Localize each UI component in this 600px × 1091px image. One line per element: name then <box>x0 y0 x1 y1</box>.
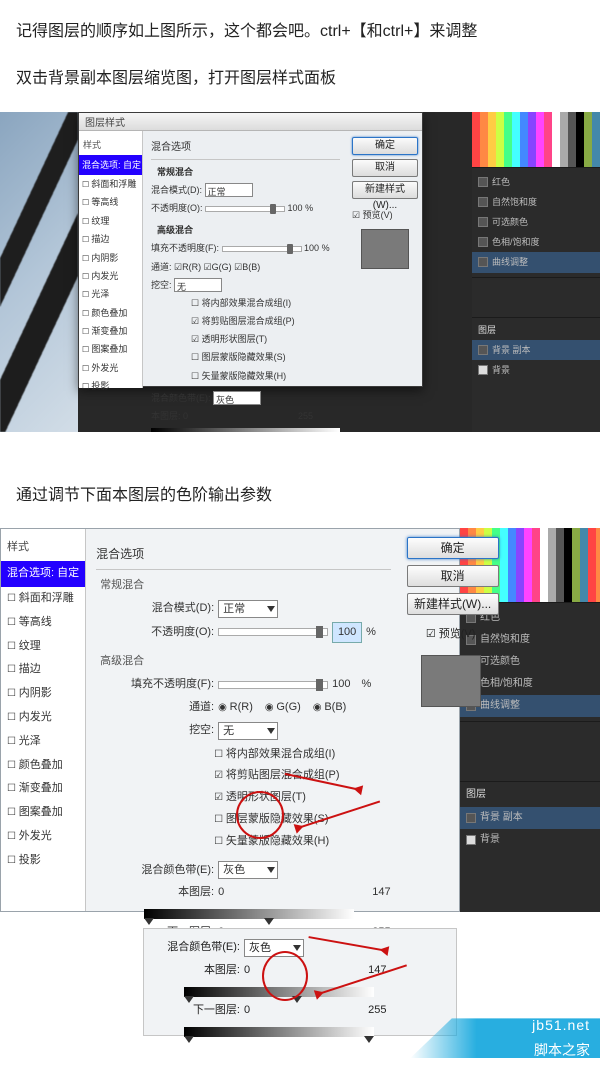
ok-button[interactable]: 确定 <box>407 537 499 559</box>
new-style-button[interactable]: 新建样式(W)... <box>407 593 499 615</box>
section-blend: 混合选项 <box>151 137 340 160</box>
preview-swatch <box>361 229 409 269</box>
layer-style-dialog: 样式 混合选项: 自定 斜面和浮雕 等高线 纹理 描边 内阴影 内发光 光泽 颜… <box>0 528 460 912</box>
style-item[interactable]: 描边 <box>79 230 142 248</box>
style-item[interactable]: 颜色叠加 <box>79 304 142 322</box>
style-item[interactable]: 光泽 <box>79 285 142 303</box>
watermark-name: 脚本之家 <box>534 1038 590 1063</box>
screenshot-3: 混合颜色带(E):灰色 本图层:0147 下一图层:0255 <box>143 928 457 1036</box>
style-item[interactable]: 斜面和浮雕 <box>1 587 85 611</box>
section-blend: 混合选项 <box>96 541 390 570</box>
layer-row[interactable]: 色相/饱和度 <box>478 232 594 252</box>
panel-gap <box>472 277 600 317</box>
style-item[interactable]: 渐变叠加 <box>1 777 85 801</box>
layers-tab[interactable]: 图层 <box>478 322 594 340</box>
layer-row[interactable]: 可选颜色 <box>478 212 594 232</box>
style-item[interactable]: 斜面和浮雕 <box>79 175 142 193</box>
channel-b[interactable]: B(B) <box>313 698 347 718</box>
opacity-slider[interactable] <box>218 628 328 636</box>
channel-g[interactable]: G(G) <box>265 698 301 718</box>
preview-check[interactable]: ☑ 预览(V) <box>407 621 495 645</box>
style-item[interactable]: 内阴影 <box>79 249 142 267</box>
cancel-button[interactable]: 取消 <box>352 159 418 177</box>
style-item[interactable]: 投影 <box>1 849 85 873</box>
style-item[interactable]: 内阴影 <box>1 682 85 706</box>
swatches-panel[interactable] <box>472 112 600 167</box>
screenshot-1: 图层样式 样式 混合选项: 自定 斜面和浮雕 等高线 纹理 描边 内阴影 内发光… <box>0 112 600 432</box>
knockout-dropdown[interactable]: 无 <box>174 278 222 292</box>
layer-row-selected[interactable]: 曲线调整 <box>472 252 600 272</box>
layer-row[interactable]: 自然饱和度 <box>478 192 594 212</box>
channel-r[interactable]: R(R) <box>218 698 253 718</box>
style-item[interactable]: 渐变叠加 <box>79 322 142 340</box>
adv-opt[interactable]: 将内部效果混合成组(I) <box>96 744 390 766</box>
dialog-right: 确定 取消 新建样式(W)... ☑ 预览(V) <box>348 131 422 388</box>
style-item[interactable]: 等高线 <box>1 611 85 635</box>
adv-opt[interactable]: 矢量蒙版隐藏效果(H) <box>96 831 390 853</box>
style-item[interactable]: 内发光 <box>1 706 85 730</box>
style-item[interactable]: 纹理 <box>1 635 85 659</box>
style-item[interactable]: 外发光 <box>79 359 142 377</box>
section-general: 常规混合 <box>157 167 193 177</box>
style-blend-options[interactable]: 混合选项: 自定 <box>79 155 142 175</box>
adv-opt[interactable]: 将剪贴图层混合成组(P) <box>96 765 390 787</box>
cancel-button[interactable]: 取消 <box>407 565 499 587</box>
style-item[interactable]: 外发光 <box>1 825 85 849</box>
dialog-right: 确定 取消 新建样式(W)... ☑ 预览(V) <box>401 529 501 911</box>
layers-panel: 图层 背景 副本 背景 <box>472 317 600 385</box>
layer-row-selected[interactable]: 背景 副本 <box>472 340 600 360</box>
dialog-center: 混合选项 常规混合 混合模式(D): 正常 不透明度(O): 100 % 高级混… <box>143 131 348 388</box>
preview-swatch <box>421 655 481 707</box>
styles-header: 样式 <box>1 535 85 561</box>
style-item[interactable]: 投影 <box>79 377 142 395</box>
layer-row[interactable]: 红色 <box>478 172 594 192</box>
style-item[interactable]: 内发光 <box>79 267 142 285</box>
blend-mode-dropdown[interactable]: 正常 <box>205 183 253 197</box>
layer-row[interactable]: 背景 <box>478 360 594 380</box>
layer-style-dialog: 图层样式 样式 混合选项: 自定 斜面和浮雕 等高线 纹理 描边 内阴影 内发光… <box>78 112 423 387</box>
styles-list[interactable]: 样式 混合选项: 自定 斜面和浮雕 等高线 纹理 描边 内阴影 内发光 光泽 颜… <box>79 131 143 388</box>
style-item[interactable]: 图案叠加 <box>79 340 142 358</box>
new-style-button[interactable]: 新建样式(W)... <box>352 181 418 199</box>
style-item[interactable]: 颜色叠加 <box>1 754 85 778</box>
style-item[interactable]: 纹理 <box>79 212 142 230</box>
opacity-slider[interactable] <box>205 206 285 212</box>
under-layer-blend[interactable] <box>184 1027 374 1037</box>
style-item[interactable]: 等高线 <box>79 193 142 211</box>
knockout-dropdown[interactable]: 无 <box>218 722 278 740</box>
fill-slider[interactable] <box>222 246 302 252</box>
this-layer-blend[interactable] <box>144 909 354 919</box>
dialog-title: 图层样式 <box>79 113 422 131</box>
ok-button[interactable]: 确定 <box>352 137 418 155</box>
section-adv: 高级混合 <box>96 646 390 672</box>
opacity-value[interactable]: 100 <box>332 622 362 644</box>
section-adv: 高级混合 <box>157 225 193 235</box>
styles-list[interactable]: 样式 混合选项: 自定 斜面和浮雕 等高线 纹理 描边 内阴影 内发光 光泽 颜… <box>1 529 86 911</box>
styles-header: 样式 <box>79 135 142 155</box>
ps-right-panels: 红色 自然饱和度 可选颜色 色相/饱和度 曲线调整 图层 背景 副本 背景 <box>472 112 600 432</box>
screenshot-2: 样式 混合选项: 自定 斜面和浮雕 等高线 纹理 描边 内阴影 内发光 光泽 颜… <box>0 528 600 912</box>
blend-mode-dropdown[interactable]: 正常 <box>218 600 278 618</box>
section-general: 常规混合 <box>96 576 390 596</box>
style-item[interactable]: 图案叠加 <box>1 801 85 825</box>
paragraph-1: 记得图层的顺序如上图所示，这个都会吧。ctrl+【和ctrl+】来调整 <box>16 18 584 47</box>
style-item[interactable]: 描边 <box>1 658 85 682</box>
style-item[interactable]: 光泽 <box>1 730 85 754</box>
blendif-dropdown[interactable]: 灰色 <box>213 391 261 405</box>
paragraph-3: 通过调节下面本图层的色阶输出参数 <box>16 482 584 511</box>
paragraph-2: 双击背景副本图层缩览图，打开图层样式面板 <box>16 65 584 94</box>
watermark-url: jb51.net <box>532 1013 590 1038</box>
blendif-dropdown[interactable]: 灰色 <box>218 861 278 879</box>
this-layer-blend[interactable] <box>151 428 340 431</box>
adjustments-panel: 红色 自然饱和度 可选颜色 色相/饱和度 曲线调整 <box>472 167 600 277</box>
fill-slider[interactable] <box>218 681 328 689</box>
style-blend-options[interactable]: 混合选项: 自定 <box>1 561 85 587</box>
dialog-center: 混合选项 常规混合 混合模式(D):正常 不透明度(O):100% 高级混合 填… <box>86 529 400 911</box>
